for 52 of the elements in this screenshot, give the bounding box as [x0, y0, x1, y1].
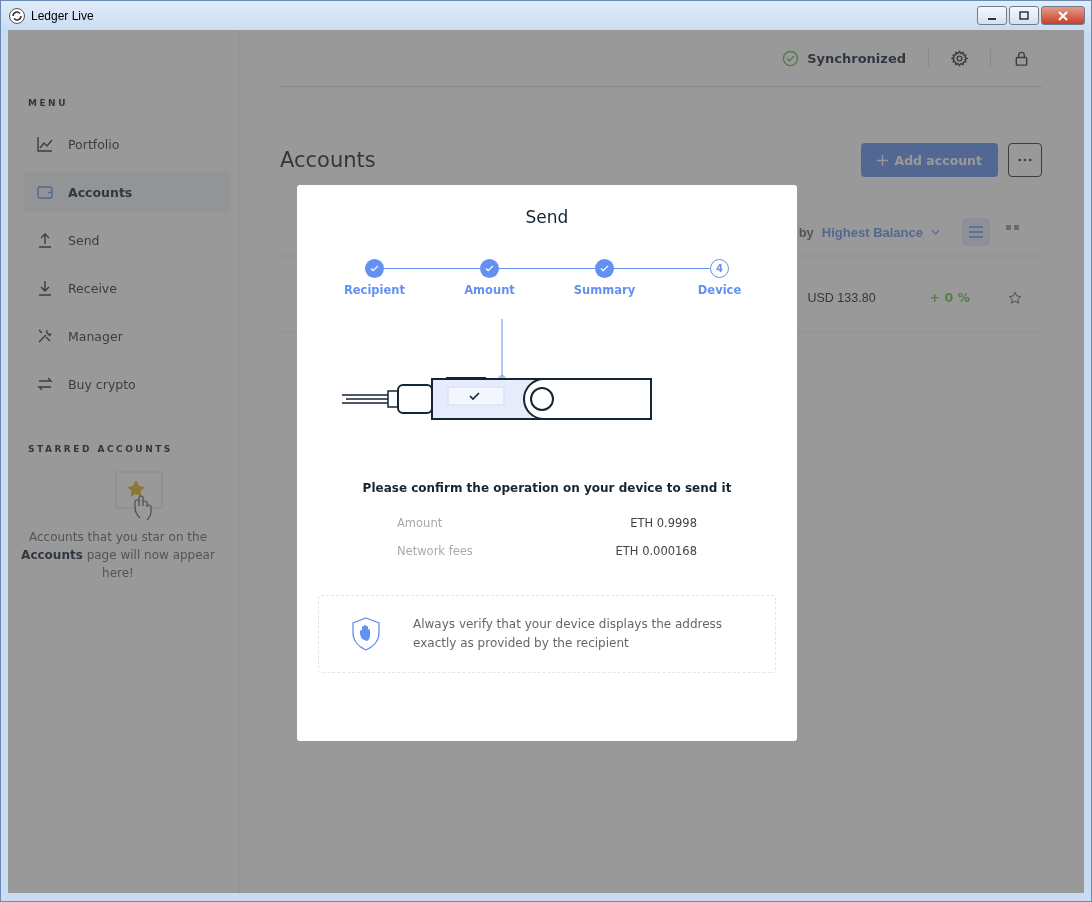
close-button[interactable]	[1041, 6, 1085, 25]
check-circle-icon	[782, 49, 800, 67]
sidebar-item[interactable]: Buy crypto	[24, 364, 231, 404]
step-label: Device	[697, 283, 742, 297]
app-logo-icon	[9, 7, 25, 24]
sidebar-item[interactable]: Receive	[24, 268, 231, 308]
sidebar-item[interactable]: Portfolio	[24, 124, 231, 164]
menu-heading: MENU	[28, 98, 69, 108]
sidebar-item[interactable]: Accounts	[24, 172, 231, 212]
settings-icon[interactable]	[951, 49, 968, 67]
minimize-button[interactable]	[977, 6, 1007, 25]
account-balance: USD 133.80	[807, 290, 876, 305]
warning-text: Always verify that your device displays the address exactly as provided by the recipient	[413, 616, 724, 652]
upload-arrow-icon	[36, 231, 54, 249]
page-title: Accounts	[280, 148, 376, 172]
maximize-button[interactable]	[1009, 6, 1039, 25]
step-label: Recipient	[343, 283, 406, 297]
sidebar-item[interactable]: Manager	[24, 316, 231, 356]
starred-accounts-heading: STARRED ACCOUNTS	[28, 444, 174, 454]
add-account-button[interactable]: Add account	[861, 143, 998, 177]
sort-dropdown[interactable]: Highest Balance	[817, 224, 940, 240]
shield-hand-icon	[351, 617, 381, 651]
starred-accounts-hint: Accounts that you star on the Accounts page will now appear here!	[20, 529, 216, 582]
detail-value: ETH 0.9998	[630, 516, 697, 530]
sync-status: Synchronized	[807, 50, 906, 66]
star-icon[interactable]	[1008, 290, 1022, 305]
modal-title: Send	[525, 207, 569, 227]
detail-label: Amount	[397, 516, 443, 530]
account-change: + 0 %	[929, 290, 970, 305]
detail-label: Network fees	[397, 544, 473, 558]
tools-icon	[36, 327, 54, 345]
sort-label: by	[798, 224, 814, 240]
more-icon	[1018, 158, 1032, 162]
sidebar-item[interactable]: Send	[24, 220, 231, 260]
swap-arrows-icon	[36, 375, 54, 393]
chart-icon	[36, 135, 54, 153]
detail-value: ETH 0.000168	[615, 544, 697, 558]
caret-icon	[931, 229, 940, 235]
step-label: Amount	[464, 283, 515, 297]
more-options-button[interactable]	[1008, 143, 1042, 177]
window-title: Ledger Live	[31, 8, 94, 23]
step-indicator: 4	[710, 259, 729, 278]
plus-icon	[877, 154, 889, 166]
close-icon	[1057, 10, 1069, 21]
wallet-icon	[36, 183, 54, 201]
lock-icon[interactable]	[1013, 49, 1030, 67]
maximize-icon	[1018, 10, 1030, 21]
download-arrow-icon	[36, 279, 54, 297]
step-label: Summary	[573, 283, 636, 297]
minimize-icon	[988, 17, 996, 20]
list-icon	[969, 226, 983, 238]
confirm-message: Please confirm the operation on your device to send it	[362, 481, 732, 495]
